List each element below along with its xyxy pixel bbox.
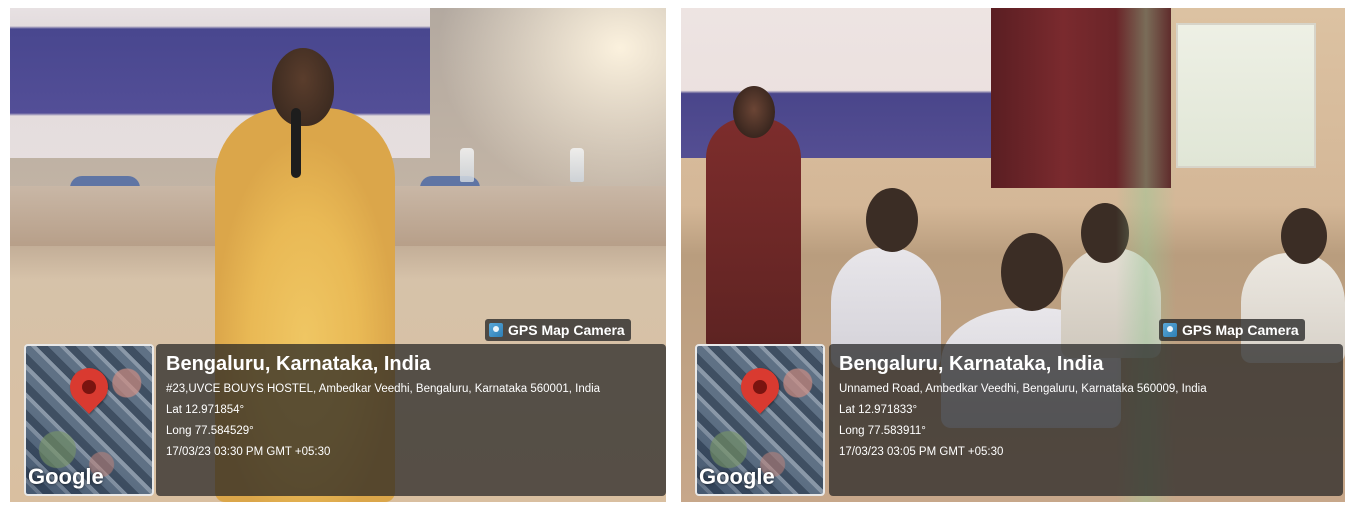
speaker-head bbox=[272, 48, 334, 126]
gps-camera-tag: GPS Map Camera bbox=[485, 319, 631, 341]
photo-left: GPS Map Camera Google Bengaluru, Karnata… bbox=[10, 8, 666, 502]
latitude: Lat 12.971833° bbox=[839, 404, 918, 416]
presenter-head bbox=[733, 86, 775, 138]
location-address: Unnamed Road, Ambedkar Veedhi, Bengaluru… bbox=[839, 383, 1207, 395]
gps-camera-tag: GPS Map Camera bbox=[1159, 319, 1305, 341]
gps-camera-label: GPS Map Camera bbox=[508, 322, 625, 338]
audience-head bbox=[866, 188, 918, 252]
gps-map-camera-icon bbox=[1163, 323, 1177, 337]
water-bottle bbox=[570, 148, 584, 182]
latitude: Lat 12.971854° bbox=[166, 404, 245, 416]
audience-head bbox=[1281, 208, 1327, 264]
presenter bbox=[706, 118, 801, 348]
timestamp: 17/03/23 03:05 PM GMT +05:30 bbox=[839, 446, 1004, 458]
gps-camera-label: GPS Map Camera bbox=[1182, 322, 1299, 338]
photo-right: GPS Map Camera Google Bengaluru, Karnata… bbox=[681, 8, 1345, 502]
gps-map-camera-icon bbox=[489, 323, 503, 337]
location-address: #23,UVCE BOUYS HOSTEL, Ambedkar Veedhi, … bbox=[166, 383, 601, 395]
google-logo: Google bbox=[28, 464, 104, 489]
google-logo: Google bbox=[699, 464, 775, 489]
timestamp: 17/03/23 03:30 PM GMT +05:30 bbox=[166, 446, 331, 458]
map-thumbnail: Google bbox=[24, 344, 154, 496]
projection-screen bbox=[1176, 23, 1316, 168]
audience-head bbox=[1001, 233, 1063, 311]
map-thumbnail: Google bbox=[695, 344, 825, 496]
location-info-box: Bengaluru, Karnataka, India Unnamed Road… bbox=[829, 344, 1343, 496]
location-title: Bengaluru, Karnataka, India bbox=[166, 353, 431, 375]
longitude: Long 77.583911° bbox=[839, 425, 926, 437]
location-info-box: Bengaluru, Karnataka, India #23,UVCE BOU… bbox=[156, 344, 666, 496]
microphone bbox=[291, 108, 301, 178]
longitude: Long 77.584529° bbox=[166, 425, 254, 437]
location-title: Bengaluru, Karnataka, India bbox=[839, 353, 1104, 375]
water-bottle bbox=[460, 148, 474, 182]
